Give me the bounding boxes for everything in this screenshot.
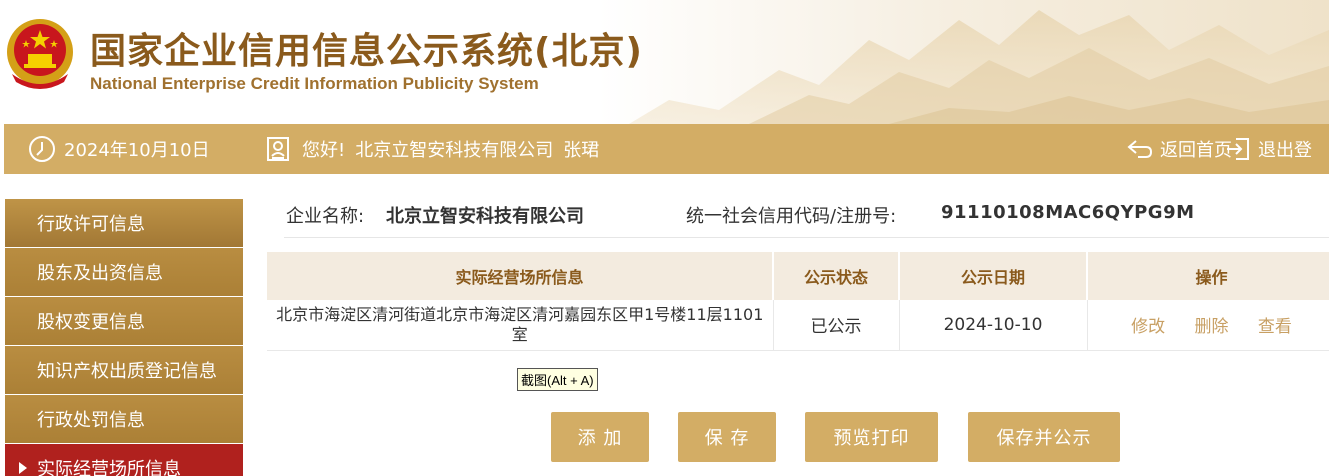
sidebar-item-label: 行政处罚信息: [37, 410, 145, 431]
sidebar-item-label: 实际经营场所信息: [37, 459, 181, 476]
screenshot-tooltip: 截图(Alt + A): [517, 368, 598, 391]
header-ops: 操作: [1087, 252, 1329, 300]
logout-label: 退出登: [1258, 140, 1312, 161]
credit-code-label: 统一社会信用代码/注册号:: [686, 206, 897, 227]
user-badge-icon: [267, 137, 289, 161]
site-header: 国家企业信用信息公示系统(北京) National Enterprise Cre…: [0, 0, 1329, 124]
cell-ops: 修改 删除 查看: [1087, 300, 1329, 351]
sidebar-item-admin-license[interactable]: 行政许可信息: [5, 199, 243, 247]
sidebar-item-ip-pledge[interactable]: 知识产权出质登记信息: [5, 346, 243, 394]
sidebar-item-label: 行政许可信息: [37, 214, 145, 235]
home-label: 返回首页: [1160, 140, 1232, 161]
sidebar-item-business-premises[interactable]: 实际经营场所信息: [5, 444, 243, 476]
return-arrow-icon: [1127, 140, 1153, 158]
save-button[interactable]: 保 存: [678, 412, 776, 462]
sidebar-item-admin-penalty[interactable]: 行政处罚信息: [5, 395, 243, 443]
header-date: 公示日期: [899, 252, 1088, 300]
sidebar-item-label: 股权变更信息: [37, 312, 145, 333]
mountain-background-decoration: [629, 10, 1329, 124]
header-status: 公示状态: [773, 252, 900, 300]
greeting-text: 您好!: [302, 140, 346, 161]
table-header-row: 实际经营场所信息 公示状态 公示日期 操作: [267, 252, 1329, 300]
cell-status: 已公示: [773, 300, 900, 351]
site-title: 国家企业信用信息公示系统(北京): [90, 31, 643, 72]
national-emblem-icon: [7, 19, 73, 89]
active-arrow-icon: [19, 462, 27, 474]
table-row: 北京市海淀区清河街道北京市海淀区清河嘉园东区甲1号楼11层1101室 已公示 2…: [267, 300, 1329, 351]
logout-link[interactable]: 退出登: [1224, 124, 1312, 174]
current-date: 2024年10月10日: [28, 124, 210, 174]
sidebar-item-label: 股东及出资信息: [37, 263, 163, 284]
company-info: 企业名称: 北京立智安科技有限公司 统一社会信用代码/注册号: 91110108…: [284, 200, 1329, 238]
cell-address: 北京市海淀区清河街道北京市海淀区清河嘉园东区甲1号楼11层1101室: [267, 300, 774, 351]
company-name-label: 企业名称:: [286, 206, 365, 227]
delete-link[interactable]: 删除: [1195, 317, 1229, 337]
home-link[interactable]: 返回首页: [1126, 124, 1232, 174]
info-bar: 2024年10月10日 您好! 北京立智安科技有限公司 张珺 返回首页 退出登: [4, 124, 1329, 174]
company-name: 北京立智安科技有限公司: [386, 206, 584, 227]
header-address: 实际经营场所信息: [267, 252, 774, 300]
greeting-company: 北京立智安科技有限公司: [355, 140, 554, 161]
greeting-user: 张珺: [563, 140, 600, 161]
user-greeting: 您好! 北京立智安科技有限公司 张珺: [266, 124, 599, 174]
edit-link[interactable]: 修改: [1131, 317, 1165, 337]
logout-icon: [1227, 138, 1249, 160]
add-button[interactable]: 添 加: [551, 412, 649, 462]
preview-print-button[interactable]: 预览打印: [805, 412, 938, 462]
sidebar-item-label: 知识产权出质登记信息: [37, 361, 217, 382]
sidebar-nav: 行政许可信息 股东及出资信息 股权变更信息 知识产权出质登记信息 行政处罚信息 …: [5, 199, 243, 476]
sidebar-item-shareholders[interactable]: 股东及出资信息: [5, 248, 243, 296]
view-link[interactable]: 查看: [1258, 317, 1292, 337]
site-subtitle: National Enterprise Credit Information P…: [90, 74, 539, 93]
cell-date: 2024-10-10: [899, 300, 1088, 351]
save-and-publish-button[interactable]: 保存并公示: [968, 412, 1120, 462]
date-text: 2024年10月10日: [64, 140, 210, 161]
credit-code: 91110108MAC6QYPG9M: [941, 202, 1195, 223]
premises-table: 实际经营场所信息 公示状态 公示日期 操作 北京市海淀区清河街道北京市海淀区清河…: [267, 252, 1329, 351]
sidebar-item-equity-change[interactable]: 股权变更信息: [5, 297, 243, 345]
clock-icon: [29, 136, 55, 162]
